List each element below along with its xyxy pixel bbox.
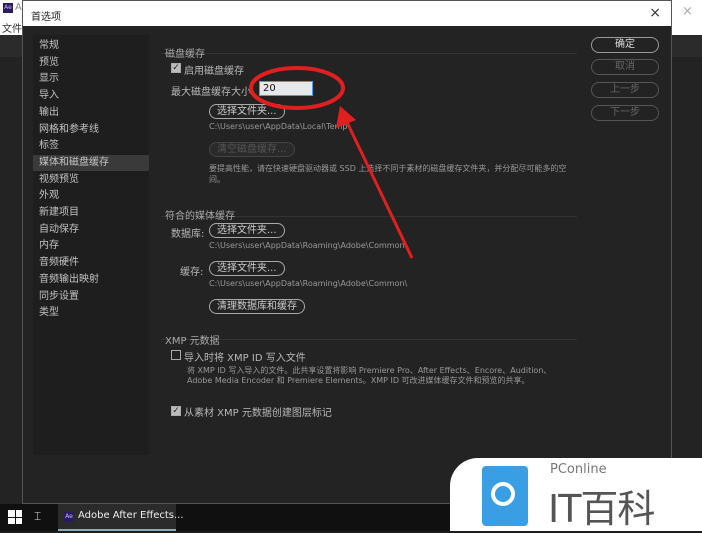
pconline-watermark: PConline IT百科 (450, 458, 702, 531)
taskbar-after-effects[interactable]: Ae Adobe After Effects... (58, 504, 184, 531)
task-view-icon[interactable]: ⌶ (34, 509, 41, 524)
annotation-arrow (343, 117, 414, 259)
brand-name: IT百科 (548, 487, 655, 531)
windows-start-icon[interactable] (8, 510, 22, 524)
brand-text: PConline (550, 462, 607, 477)
annotation-circle (249, 66, 345, 110)
annotation-overlay (249, 66, 414, 259)
ae-icon: Ae (64, 512, 74, 522)
annotation-arrowhead (336, 106, 356, 128)
search-logo-icon (482, 466, 528, 526)
taskbar-app-label: Adobe After Effects... (78, 510, 184, 521)
